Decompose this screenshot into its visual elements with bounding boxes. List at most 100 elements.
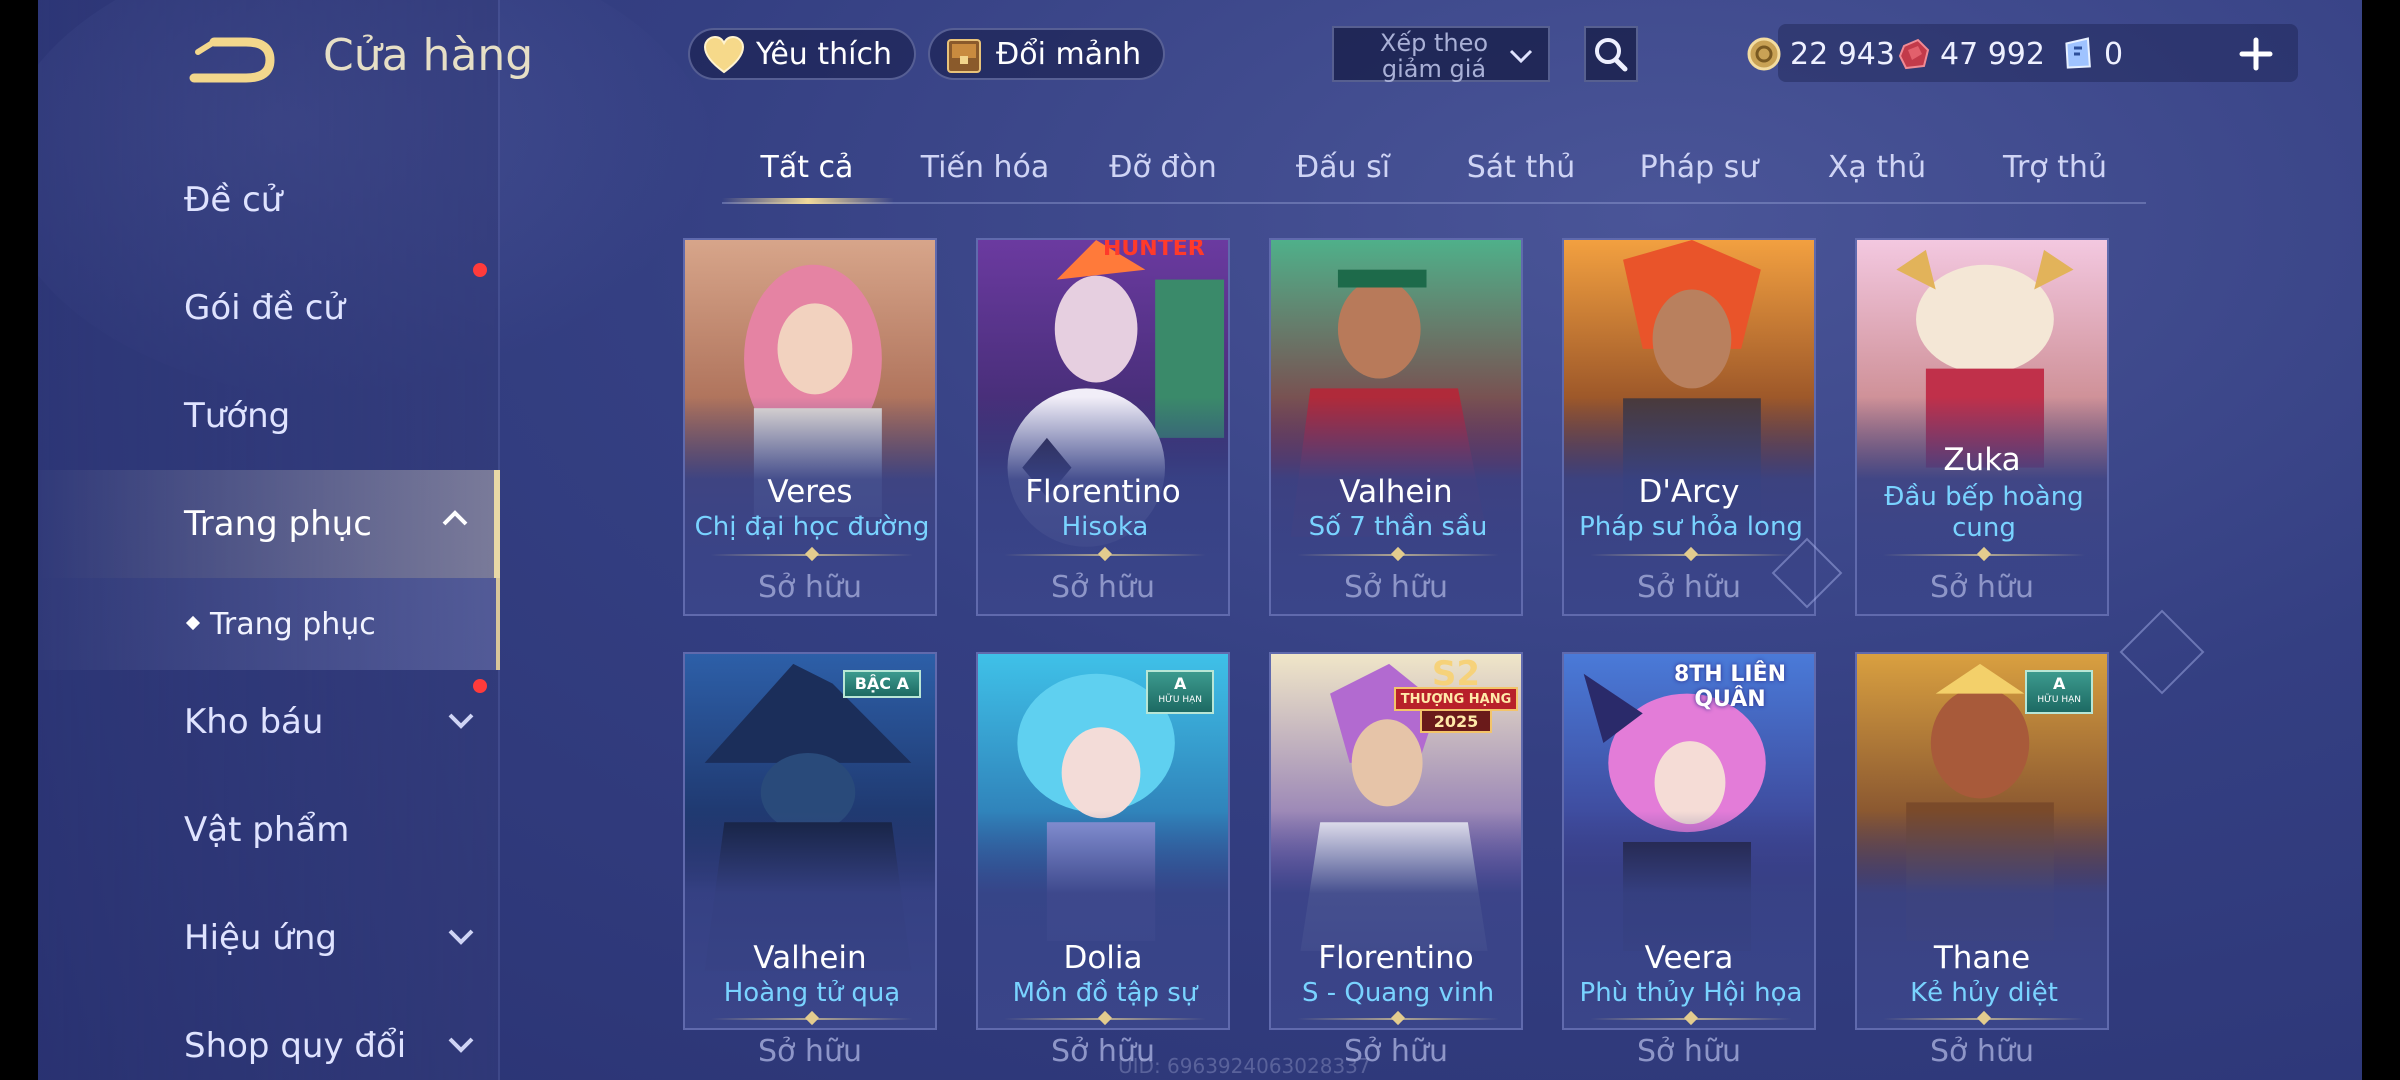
chevron-up-icon [442, 510, 468, 526]
skin-card[interactable]: Veres Chị đại học đường Sở hữu [683, 238, 937, 616]
chevron-down-icon [448, 713, 474, 729]
tab-assassin[interactable]: Sát thủ [1436, 150, 1606, 185]
exchange-fragments-button[interactable]: Đổi mảnh [928, 28, 1166, 80]
skin-name: S - Quang vinh [1301, 978, 1495, 1008]
sidebar-item-label: Hiệu ứng [184, 918, 337, 958]
tab-mage[interactable]: Pháp sư [1614, 150, 1784, 185]
tab-evolution[interactable]: Tiến hóa [900, 150, 1070, 185]
bullet-icon [185, 615, 201, 631]
card-divider [1883, 546, 2085, 562]
season-badge-year: 2025 [1433, 712, 1479, 731]
tab-support[interactable]: Trợ thủ [1970, 150, 2140, 185]
favorites-label: Yêu thích [756, 36, 892, 72]
tab-all[interactable]: Tất cả [722, 150, 892, 185]
skin-card[interactable]: BẬC A Valhein Hoàng tử quạ [683, 652, 937, 1030]
page-title: Cửa hàng [323, 30, 534, 81]
card-divider [1590, 546, 1792, 562]
gold-coin-icon [1747, 37, 1781, 71]
decorative-diamond [2119, 609, 2205, 695]
search-button[interactable] [1584, 26, 1638, 82]
chevron-down-icon [448, 1037, 474, 1053]
ruby-amount: 47 992 [1940, 36, 2045, 72]
hero-name: Veres [767, 474, 853, 510]
skin-card[interactable]: 8TH LIÊN QUÂN Veera Phù thủy Hội họa [1562, 652, 1816, 1030]
card-divider [711, 546, 913, 562]
chevron-down-icon [1509, 49, 1533, 64]
card-divider [1883, 1010, 2085, 1026]
skin-name: Hisoka [1061, 512, 1149, 542]
sidebar-subitem-skins[interactable]: Trang phục [38, 578, 500, 670]
tier-badge: A HỮU HẠN [2025, 670, 2093, 714]
skin-name: Chị đại học đường [694, 512, 930, 542]
notification-dot [473, 679, 487, 693]
add-currency-button[interactable] [2236, 34, 2276, 74]
skin-card[interactable]: A HỮU HẠN Thane Kẻ hủy diệt [1855, 652, 2109, 1030]
favorites-button[interactable]: Yêu thích [688, 28, 916, 80]
skin-card[interactable]: A HỮU HẠN Dolia Môn đồ tập sự [976, 652, 1230, 1030]
sidebar-item-label: Vật phẩm [184, 810, 350, 850]
sidebar-item-label: Gói đề cử [184, 288, 345, 328]
season-badge-sub: THƯỢNG HẠNG [1400, 692, 1512, 707]
hero-name: D'Arcy [1638, 474, 1740, 510]
hero-name: Florentino [1025, 474, 1181, 510]
ruby-currency: 47 992 [1896, 32, 2045, 76]
sidebar-item-label: Đề cử [184, 180, 283, 220]
skin-name: Đầu bếp hoàng cung [1884, 482, 2084, 543]
hero-name: Dolia [1063, 940, 1143, 976]
hero-name: Florentino [1318, 940, 1474, 976]
sidebar-item-effects[interactable]: Hiệu ứng [38, 888, 500, 988]
skin-card[interactable]: Zuka Đầu bếp hoàng cung Sở hữu [1855, 238, 2109, 616]
sidebar-subitem-label: Trang phục [210, 606, 376, 642]
card-divider [1004, 1010, 1206, 1026]
sidebar-item-treasure[interactable]: Kho báu [38, 672, 500, 772]
voucher-currency: 0 [2060, 32, 2123, 76]
active-tab-indicator [722, 198, 894, 204]
skin-name: Hoàng tử quạ [723, 978, 901, 1008]
tab-tank[interactable]: Đỡ đòn [1078, 150, 1248, 185]
voucher-icon [2065, 37, 2091, 69]
sidebar-item-skins[interactable]: Trang phục [38, 470, 500, 578]
sidebar-item-label: Kho báu [184, 702, 324, 742]
ownership-status: Sở hữu [1637, 1034, 1741, 1069]
ownership-status: Sở hữu [1344, 570, 1448, 605]
sidebar-item-label: Trang phục [184, 504, 372, 544]
exchange-fragments-label: Đổi mảnh [996, 36, 1142, 72]
skin-card[interactable]: D'Arcy Pháp sư hỏa long Sở hữu [1562, 238, 1816, 616]
sidebar-item-heroes[interactable]: Tướng [38, 366, 500, 466]
skin-name: Kẻ hủy diệt [1910, 978, 2058, 1008]
skin-name: Số 7 thần sầu [1308, 512, 1488, 542]
tab-fighter[interactable]: Đấu sĩ [1258, 150, 1428, 185]
event-badge: 8TH LIÊN QUÂN [1673, 662, 1787, 712]
season-rank-badge: S2 THƯỢNG HẠNG 2025 [1391, 654, 1521, 746]
hero-name: Thane [1933, 940, 2031, 976]
ownership-status: Sở hữu [1930, 570, 2034, 605]
tab-marksman[interactable]: Xạ thủ [1792, 150, 1962, 185]
skin-name: Pháp sư hỏa long [1579, 512, 1803, 542]
hero-name: Veera [1644, 940, 1734, 976]
tier-badge-letter: A [1174, 674, 1187, 693]
tier-badge-sub: HỮU HẠN [1158, 695, 1202, 705]
hunter-logo-text: HUNTER [1103, 238, 1205, 261]
hero-name: Valhein [753, 940, 867, 976]
back-button[interactable] [188, 32, 278, 88]
ownership-status: Sở hữu [758, 1034, 862, 1069]
sidebar-item-recommended[interactable]: Đề cử [38, 150, 500, 250]
player-uid: UID: 6963924063028337 [1118, 1054, 1371, 1078]
card-divider [1004, 546, 1206, 562]
tier-badge: BẬC A [842, 670, 921, 698]
sort-dropdown[interactable]: Xếp theo giảm giá [1332, 26, 1550, 82]
card-divider [1297, 1010, 1499, 1026]
card-divider [1297, 546, 1499, 562]
skin-card[interactable]: HUNTER Florentino Hisoka Sở hữu [976, 238, 1230, 616]
skin-card[interactable]: Valhein Số 7 thần sầu Sở hữu [1269, 238, 1523, 616]
sidebar-item-exchange-shop[interactable]: Shop quy đổi [38, 996, 500, 1080]
tier-badge: A HỮU HẠN [1146, 670, 1214, 714]
ownership-status: Sở hữu [1051, 570, 1155, 605]
skin-card[interactable]: S2 THƯỢNG HẠNG 2025 Florentino S - Quang… [1269, 652, 1523, 1030]
sidebar-item-recommended-bundles[interactable]: Gói đề cử [38, 258, 500, 358]
sidebar-item-label: Shop quy đổi [184, 1026, 407, 1066]
card-divider [711, 1010, 913, 1026]
notification-dot [473, 263, 487, 277]
tier-badge-sub: HỮU HẠN [2037, 695, 2081, 705]
sidebar-item-items[interactable]: Vật phẩm [38, 780, 500, 880]
